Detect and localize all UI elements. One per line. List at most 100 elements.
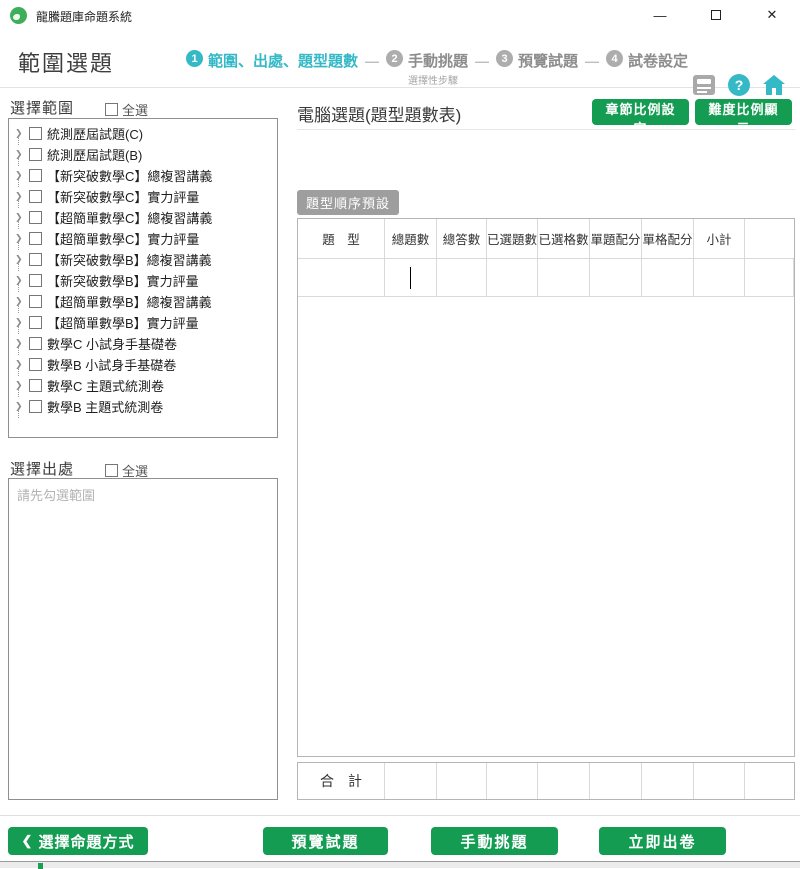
cell-total-answers[interactable] bbox=[437, 259, 487, 296]
tree-item[interactable]: ❯【新突破數學C】實力評量 bbox=[9, 186, 277, 207]
range-select-all[interactable]: 全選 bbox=[105, 100, 148, 119]
tree-item-label: 【超簡單數學B】總複習講義 bbox=[47, 292, 212, 311]
cell-selected-questions[interactable] bbox=[487, 259, 538, 296]
col-header-type: 題 型 bbox=[298, 219, 385, 258]
cell-selected-cells[interactable] bbox=[538, 259, 590, 296]
window-bottom-edge bbox=[0, 861, 800, 868]
tree-item[interactable]: ❯ 【超簡單數學B】實力評量 bbox=[9, 312, 277, 333]
chevron-right-icon[interactable]: ❯ bbox=[15, 297, 27, 306]
difficulty-ratio-button[interactable]: 難度比例顯示 bbox=[695, 99, 792, 125]
step-2-manual-pick: 2 手動挑題 選擇性步驟 bbox=[386, 50, 468, 87]
tree-item-label: 【新突破數學B】實力評量 bbox=[47, 271, 199, 290]
chevron-right-icon[interactable]: ❯ bbox=[15, 129, 27, 138]
tree-item-label: 【超簡單數學C】總複習講義 bbox=[47, 208, 212, 227]
item-checkbox[interactable] bbox=[29, 211, 42, 224]
chevron-right-icon[interactable]: ❯ bbox=[15, 381, 27, 390]
item-checkbox[interactable] bbox=[29, 316, 42, 329]
chevron-right-icon[interactable]: ❯ bbox=[15, 339, 27, 348]
item-checkbox[interactable] bbox=[29, 295, 42, 308]
item-checkbox[interactable] bbox=[29, 190, 42, 203]
chevron-right-icon[interactable]: ❯ bbox=[15, 360, 27, 369]
tree-item[interactable]: ❯ 【超簡單數學C】實力評量 bbox=[9, 228, 277, 249]
chevron-right-icon[interactable]: ❯ bbox=[15, 171, 27, 180]
generate-paper-button[interactable]: 立即出卷 bbox=[599, 827, 726, 855]
step-4-label: 試卷設定 bbox=[628, 50, 688, 71]
tree-item-label: 【超簡單數學C】實力評量 bbox=[47, 229, 199, 248]
step-indicator: 1 範圍、出處、題型題數 — 2 手動挑題 選擇性步驟 — 3 預覽試題 — 4… bbox=[186, 42, 688, 87]
maximize-icon bbox=[711, 10, 721, 20]
cell-blank[interactable] bbox=[745, 259, 794, 296]
item-checkbox[interactable] bbox=[29, 127, 42, 140]
item-checkbox[interactable] bbox=[29, 169, 42, 182]
back-to-selection-mode-button[interactable]: ❮ 選擇命題方式 bbox=[8, 827, 148, 855]
preview-questions-button[interactable]: 預覽試題 bbox=[263, 827, 388, 855]
step-1-range: 1 範圍、出處、題型題數 bbox=[186, 50, 358, 71]
tree-item-label: 【超簡單數學B】實力評量 bbox=[47, 313, 199, 332]
step-2-circle: 2 bbox=[386, 50, 403, 67]
manual-pick-button[interactable]: 手動挑題 bbox=[431, 827, 558, 855]
source-placeholder: 請先勾選範圍 bbox=[17, 488, 95, 503]
range-select-all-checkbox[interactable] bbox=[105, 103, 118, 116]
total-points-per-cell bbox=[642, 763, 694, 799]
close-button[interactable]: ✕ bbox=[744, 0, 800, 30]
item-checkbox[interactable] bbox=[29, 253, 42, 266]
total-selected-cells bbox=[538, 763, 590, 799]
tree-item[interactable]: ❯數學C 小試身手基礎卷 bbox=[9, 333, 277, 354]
table-empty-row[interactable] bbox=[298, 259, 794, 297]
cell-subtotal[interactable] bbox=[694, 259, 745, 296]
tree-item[interactable]: ❯ 【新突破數學B】實力評量 bbox=[9, 270, 277, 291]
col-header-points-per-cell: 單格配分 bbox=[642, 219, 694, 258]
tree-item-label: 【新突破數學B】總複習講義 bbox=[47, 250, 212, 269]
chevron-right-icon[interactable]: ❯ bbox=[15, 402, 27, 411]
chevron-right-icon[interactable]: ❯ bbox=[15, 192, 27, 201]
item-checkbox[interactable] bbox=[29, 274, 42, 287]
question-order-badge: 題型順序預設 bbox=[297, 190, 399, 215]
app-title: 龍騰題庫命題系統 bbox=[36, 8, 132, 25]
cell-points-per-cell[interactable] bbox=[642, 259, 694, 296]
item-checkbox[interactable] bbox=[29, 148, 42, 161]
range-tree: ❯統測歷屆試題(C) ❯統測歷屆試題(B) ❯【新突破數學C】總複習講義 ❯【新… bbox=[8, 118, 278, 438]
source-list: 請先勾選範圍 bbox=[8, 478, 278, 800]
chapter-ratio-button[interactable]: 章節比例設定 bbox=[592, 99, 689, 125]
taskbar-sliver bbox=[38, 863, 43, 869]
minimize-button[interactable]: — bbox=[632, 0, 688, 30]
item-checkbox[interactable] bbox=[29, 400, 42, 413]
item-checkbox[interactable] bbox=[29, 358, 42, 371]
tree-item[interactable]: ❯ 【超簡單數學C】總複習講義 bbox=[9, 207, 277, 228]
cell-points-per-question[interactable] bbox=[590, 259, 642, 296]
cell-type[interactable] bbox=[298, 259, 385, 296]
cell-total-questions[interactable] bbox=[385, 259, 437, 296]
source-select-all-checkbox[interactable] bbox=[105, 464, 118, 477]
maximize-button[interactable] bbox=[688, 0, 744, 30]
item-checkbox[interactable] bbox=[29, 379, 42, 392]
chevron-right-icon[interactable]: ❯ bbox=[15, 255, 27, 264]
col-header-total-questions: 總題數 bbox=[385, 219, 437, 258]
tree-item[interactable]: ❯數學B 主題式統測卷 bbox=[9, 396, 277, 417]
tree-item[interactable]: ❯ 【超簡單數學B】總複習講義 bbox=[9, 291, 277, 312]
item-checkbox[interactable] bbox=[29, 232, 42, 245]
tree-item[interactable]: ❯數學B 小試身手基礎卷 bbox=[9, 354, 277, 375]
total-points-per-question bbox=[590, 763, 642, 799]
range-section-title: 選擇範圍 bbox=[10, 97, 74, 118]
chevron-right-icon[interactable]: ❯ bbox=[15, 318, 27, 327]
tree-item-label: 統測歷屆試題(C) bbox=[47, 124, 143, 143]
tree-item-label: 統測歷屆試題(B) bbox=[47, 145, 142, 164]
item-checkbox[interactable] bbox=[29, 337, 42, 350]
col-header-selected-cells: 已選格數 bbox=[538, 219, 590, 258]
tree-item[interactable]: ❯數學C 主題式統測卷 bbox=[9, 375, 277, 396]
tree-item[interactable]: ❯ 統測歷屆試題(B) bbox=[9, 144, 277, 165]
step-3-preview: 3 預覽試題 bbox=[496, 50, 578, 71]
tree-item[interactable]: ❯ 【新突破數學B】總複習講義 bbox=[9, 249, 277, 270]
tree-item[interactable]: ❯ 統測歷屆試題(C) bbox=[9, 123, 277, 144]
chevron-right-icon[interactable]: ❯ bbox=[15, 213, 27, 222]
total-total-questions bbox=[385, 763, 437, 799]
home-icon[interactable] bbox=[762, 74, 786, 96]
total-selected-questions bbox=[487, 763, 538, 799]
save-icon[interactable] bbox=[692, 74, 716, 96]
help-icon[interactable]: ? bbox=[728, 74, 750, 96]
chevron-right-icon[interactable]: ❯ bbox=[15, 234, 27, 243]
tree-item[interactable]: ❯【新突破數學C】總複習講義 bbox=[9, 165, 277, 186]
total-total-answers bbox=[437, 763, 487, 799]
chevron-right-icon[interactable]: ❯ bbox=[15, 276, 27, 285]
chevron-right-icon[interactable]: ❯ bbox=[15, 150, 27, 159]
